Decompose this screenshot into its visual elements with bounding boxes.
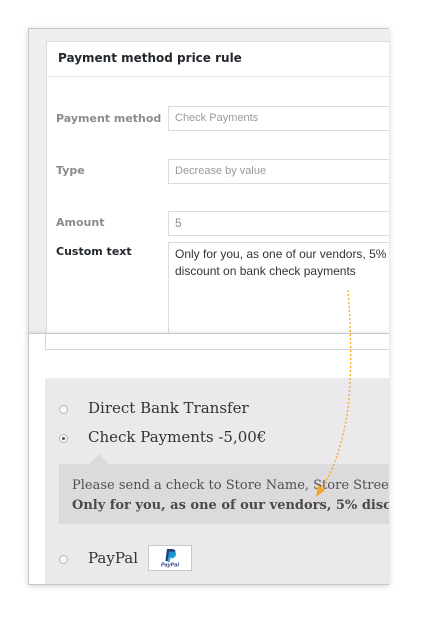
admin-panel: Payment method price rule Payment method…: [28, 28, 389, 335]
custom-text-textarea[interactable]: Only for you, as one of our vendors, 5% …: [168, 242, 389, 334]
payment-description-line2: Only for you, as one of our vendors, 5% …: [72, 498, 389, 513]
method-paypal[interactable]: PayPal PayPal: [45, 545, 389, 573]
payment-method-label: Payment method: [56, 112, 162, 125]
amount-input[interactable]: 5: [168, 211, 389, 236]
checkout-panel: Direct Bank Transfer Check Payments -5,0…: [28, 333, 389, 585]
payment-method-select[interactable]: Check Payments: [168, 106, 389, 131]
method-check-payments[interactable]: Check Payments -5,00€: [45, 428, 389, 452]
payment-methods-list: Direct Bank Transfer Check Payments -5,0…: [45, 378, 389, 584]
type-select[interactable]: Decrease by value: [168, 159, 389, 184]
svg-text:PayPal: PayPal: [161, 563, 180, 569]
paypal-label[interactable]: PayPal: [88, 549, 138, 567]
check-payments-label[interactable]: Check Payments -5,00€: [88, 428, 266, 446]
type-label: Type: [56, 164, 85, 177]
price-rule-card: Payment method price rule Payment method…: [46, 41, 389, 334]
card-title: Payment method price rule: [47, 42, 389, 77]
custom-text-label: Custom text: [56, 245, 132, 258]
order-summary-box: [45, 334, 389, 350]
amount-label: Amount: [56, 216, 105, 229]
payment-description-line1: Please send a check to Store Name, Store…: [72, 478, 389, 493]
method-direct-bank-transfer[interactable]: Direct Bank Transfer: [45, 399, 389, 423]
check-payments-radio[interactable]: [59, 434, 68, 443]
payment-description-box: Please send a check to Store Name, Store…: [59, 454, 389, 524]
bank-transfer-label[interactable]: Direct Bank Transfer: [88, 399, 249, 417]
paypal-logo-icon: PayPal: [148, 545, 192, 571]
payment-description: Please send a check to Store Name, Store…: [72, 476, 389, 516]
bank-transfer-radio[interactable]: [59, 405, 68, 414]
paypal-radio[interactable]: [59, 555, 68, 564]
